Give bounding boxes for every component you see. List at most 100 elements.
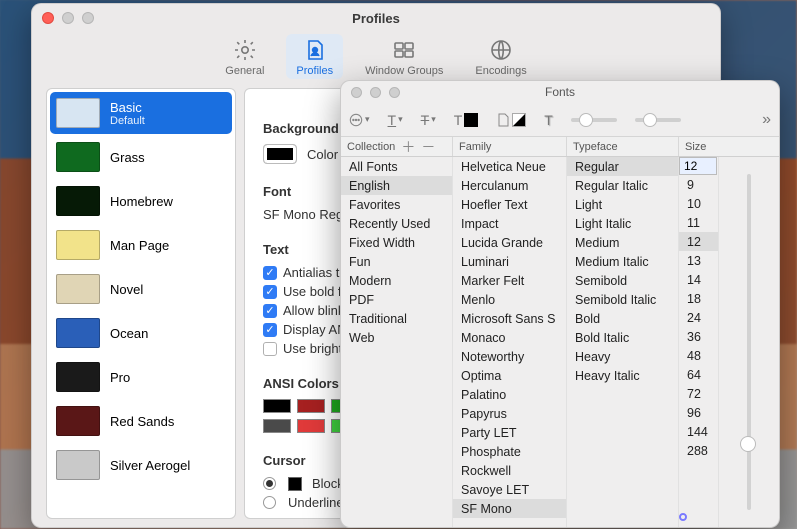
list-item[interactable]: 64: [679, 365, 718, 384]
list-item[interactable]: Savoye LET: [453, 480, 566, 499]
list-item[interactable]: Favorites: [341, 195, 452, 214]
list-item[interactable]: Impact: [453, 214, 566, 233]
overflow-chevron-icon[interactable]: »: [762, 111, 771, 129]
checkbox-icon[interactable]: ✓: [263, 285, 277, 299]
list-item[interactable]: 288: [679, 441, 718, 460]
checkbox-icon[interactable]: ✓: [263, 304, 277, 318]
ansi-swatch[interactable]: [263, 419, 291, 433]
sidebar-item-silver-aerogel[interactable]: Silver Aerogel: [50, 444, 232, 486]
list-item[interactable]: 96: [679, 403, 718, 422]
list-item[interactable]: 72: [679, 384, 718, 403]
list-item[interactable]: Bold: [567, 309, 678, 328]
list-item[interactable]: Regular: [567, 157, 678, 176]
underline-menu[interactable]: T▾: [388, 112, 403, 128]
document-color-button[interactable]: [496, 113, 526, 127]
list-item[interactable]: Fun: [341, 252, 452, 271]
remove-collection-icon[interactable]: －: [421, 140, 435, 154]
shadow-opacity-slider[interactable]: [571, 118, 617, 122]
list-item[interactable]: All Fonts: [341, 157, 452, 176]
list-item[interactable]: Hoefler Text: [453, 195, 566, 214]
list-item[interactable]: Microsoft Sans S: [453, 309, 566, 328]
list-item[interactable]: Modern: [341, 271, 452, 290]
slider-knob[interactable]: [740, 436, 756, 452]
sidebar-item-red-sands[interactable]: Red Sands: [50, 400, 232, 442]
background-color-well[interactable]: [263, 144, 297, 164]
list-item[interactable]: Heavy Italic: [567, 366, 678, 385]
text-color-button[interactable]: T: [454, 112, 479, 128]
sidebar-item-man-page[interactable]: Man Page: [50, 224, 232, 266]
radio-icon[interactable]: [263, 496, 276, 509]
toolbar-profiles[interactable]: Profiles: [286, 34, 343, 79]
toolbar-general[interactable]: General: [215, 34, 274, 79]
shadow-blur-slider[interactable]: [635, 118, 681, 122]
profiles-sidebar[interactable]: Basic Default Grass Homebrew Man Page No…: [46, 88, 236, 519]
sidebar-item-ocean[interactable]: Ocean: [50, 312, 232, 354]
list-item[interactable]: Herculanum: [453, 176, 566, 195]
toolbar-window-groups[interactable]: Window Groups: [355, 34, 453, 79]
profile-text: Man Page: [110, 238, 169, 253]
typeface-list[interactable]: RegularRegular ItalicLightLight ItalicMe…: [567, 157, 679, 527]
sidebar-item-novel[interactable]: Novel: [50, 268, 232, 310]
sidebar-item-grass[interactable]: Grass: [50, 136, 232, 178]
list-item[interactable]: Phosphate: [453, 442, 566, 461]
size-input[interactable]: [679, 157, 717, 175]
list-item[interactable]: 13: [679, 251, 718, 270]
list-item[interactable]: Regular Italic: [567, 176, 678, 195]
list-item[interactable]: Semibold Italic: [567, 290, 678, 309]
list-item[interactable]: Noteworthy: [453, 347, 566, 366]
list-item[interactable]: Optima: [453, 366, 566, 385]
list-item[interactable]: Monaco: [453, 328, 566, 347]
list-item[interactable]: 9: [679, 175, 718, 194]
list-item[interactable]: Light: [567, 195, 678, 214]
list-item[interactable]: 48: [679, 346, 718, 365]
list-item[interactable]: 11: [679, 213, 718, 232]
list-item[interactable]: Medium: [567, 233, 678, 252]
list-item[interactable]: Traditional: [341, 309, 452, 328]
list-item[interactable]: SF Mono: [453, 499, 566, 518]
add-collection-icon[interactable]: ＋: [401, 140, 415, 154]
sidebar-item-homebrew[interactable]: Homebrew: [50, 180, 232, 222]
list-item[interactable]: Rockwell: [453, 461, 566, 480]
list-item[interactable]: Menlo: [453, 290, 566, 309]
checkbox-icon[interactable]: [263, 342, 277, 356]
list-item[interactable]: 36: [679, 327, 718, 346]
shadow-toggle[interactable]: T: [544, 112, 553, 128]
checkbox-icon[interactable]: ✓: [263, 323, 277, 337]
radio-icon[interactable]: [263, 477, 276, 490]
family-list[interactable]: Helvetica NeueHerculanumHoefler TextImpa…: [453, 157, 567, 527]
checkbox-icon[interactable]: ✓: [263, 266, 277, 280]
list-item[interactable]: Marker Felt: [453, 271, 566, 290]
list-item[interactable]: 144: [679, 422, 718, 441]
sidebar-item-basic[interactable]: Basic Default: [50, 92, 232, 134]
font-actions-menu[interactable]: ▾: [349, 113, 370, 127]
strikethrough-menu[interactable]: T▾: [421, 112, 436, 128]
list-item[interactable]: Helvetica Neue: [453, 157, 566, 176]
list-item[interactable]: English: [341, 176, 452, 195]
list-item[interactable]: Light Italic: [567, 214, 678, 233]
list-item[interactable]: Bold Italic: [567, 328, 678, 347]
list-item[interactable]: 18: [679, 289, 718, 308]
list-item[interactable]: Recently Used: [341, 214, 452, 233]
list-item[interactable]: Palatino: [453, 385, 566, 404]
list-item[interactable]: 10: [679, 194, 718, 213]
list-item[interactable]: 24: [679, 308, 718, 327]
list-item[interactable]: Medium Italic: [567, 252, 678, 271]
ansi-swatch[interactable]: [297, 399, 325, 413]
list-item[interactable]: Semibold: [567, 271, 678, 290]
list-item[interactable]: Fixed Width: [341, 233, 452, 252]
list-item[interactable]: Papyrus: [453, 404, 566, 423]
list-item[interactable]: PDF: [341, 290, 452, 309]
list-item[interactable]: Heavy: [567, 347, 678, 366]
sidebar-item-pro[interactable]: Pro: [50, 356, 232, 398]
list-item[interactable]: 14: [679, 270, 718, 289]
list-item[interactable]: Luminari: [453, 252, 566, 271]
ansi-swatch[interactable]: [297, 419, 325, 433]
ansi-swatch[interactable]: [263, 399, 291, 413]
list-item[interactable]: 12: [679, 232, 718, 251]
list-item[interactable]: Lucida Grande: [453, 233, 566, 252]
collection-list[interactable]: All FontsEnglishFavoritesRecently UsedFi…: [341, 157, 453, 527]
toolbar-encodings[interactable]: Encodings: [465, 34, 536, 79]
list-item[interactable]: Web: [341, 328, 452, 347]
size-slider[interactable]: [747, 174, 751, 510]
list-item[interactable]: Party LET: [453, 423, 566, 442]
